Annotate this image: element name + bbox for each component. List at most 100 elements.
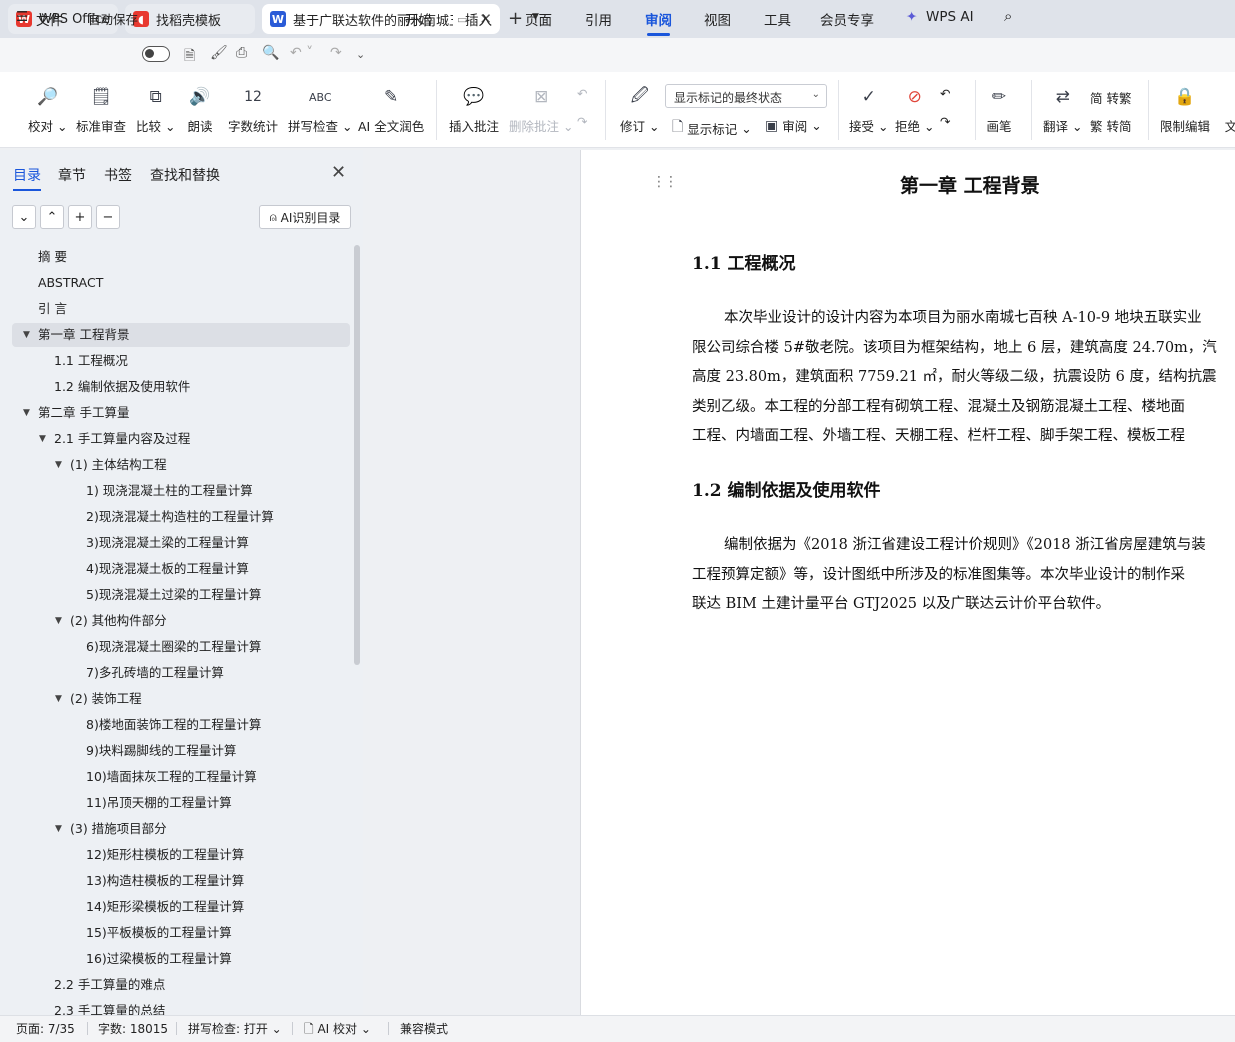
next-change-icon[interactable]: ↷: [940, 114, 950, 129]
expand-arrow-icon[interactable]: ▼: [39, 427, 46, 451]
toc-item[interactable]: 13)构造柱模板的工程量计算: [0, 869, 350, 893]
print-preview-icon[interactable]: 🔍: [262, 45, 279, 61]
word-count-status[interactable]: 字数: 18015: [98, 1020, 168, 1037]
toc-item[interactable]: 1.1 工程概况: [0, 349, 350, 373]
show-markup-button[interactable]: 🗋 显示标记 ⌄: [672, 116, 752, 140]
autosave-toggle[interactable]: [142, 46, 170, 62]
toc-item[interactable]: 摘 要: [0, 245, 350, 269]
review-pane-button[interactable]: ▣ 审阅 ⌄: [765, 116, 822, 135]
spell-check-button[interactable]: ABC 拼写检查 ⌄: [288, 84, 352, 135]
menu-home[interactable]: 开始: [405, 9, 432, 29]
proofread-button[interactable]: 🔎 校对 ⌄: [28, 84, 67, 135]
collapse-down-icon[interactable]: ⌄: [12, 205, 36, 229]
read-aloud-button[interactable]: 🔊 朗读: [187, 84, 213, 135]
new-tab-icon[interactable]: +: [508, 8, 523, 29]
toc-item[interactable]: ▼ 2.1 手工算量内容及过程: [0, 427, 350, 451]
expand-arrow-icon[interactable]: ▼: [55, 687, 62, 711]
toc-item[interactable]: 1.2 编制依据及使用软件: [0, 375, 350, 399]
menu-file[interactable]: 文件: [36, 9, 63, 29]
menu-wps-ai[interactable]: WPS AI: [926, 9, 974, 25]
toc-item[interactable]: 6)现浇混凝土圈梁的工程量计算: [0, 635, 350, 659]
tab-find-replace[interactable]: 查找和替换: [150, 165, 220, 185]
drag-handle-icon[interactable]: ⋮⋮: [652, 174, 678, 190]
to-simplified-button[interactable]: 繁 转简: [1090, 116, 1131, 135]
expand-arrow-icon[interactable]: ▼: [23, 323, 30, 347]
toc-item[interactable]: ▼ 第二章 手工算量: [0, 401, 350, 425]
menu-page[interactable]: 页面: [525, 9, 552, 29]
tab-toc[interactable]: 目录: [13, 165, 41, 191]
standard-review-button[interactable]: 🗒 标准审查: [76, 84, 126, 135]
ai-polish-button[interactable]: ✎ AI 全文润色: [358, 84, 424, 135]
reject-button[interactable]: ⊘ 拒绝 ⌄: [895, 84, 934, 135]
compare-button[interactable]: ⧉ 比较 ⌄: [136, 84, 175, 135]
toc-item[interactable]: ABSTRACT: [0, 271, 350, 295]
toc-item[interactable]: 2)现浇混凝土构造柱的工程量计算: [0, 505, 350, 529]
print-icon[interactable]: ⎙: [236, 45, 247, 61]
search-icon[interactable]: ⌕: [1004, 7, 1012, 25]
toc-item[interactable]: 2.3 手工算量的总结: [0, 999, 350, 1015]
toc-item[interactable]: 引 言: [0, 297, 350, 321]
redo-icon[interactable]: ↷: [330, 45, 342, 61]
toc-item[interactable]: 7)多孔砖墙的工程量计算: [0, 661, 350, 685]
ai-proof-status[interactable]: 🗋 AI 校对 ⌄: [304, 1020, 371, 1041]
toc-item[interactable]: 10)墙面抹灰工程的工程量计算: [0, 765, 350, 789]
expand-arrow-icon[interactable]: ▼: [55, 817, 62, 841]
ai-toc-button[interactable]: ⍝ AI识别目录: [259, 205, 351, 229]
close-icon[interactable]: ✕: [331, 162, 346, 183]
spell-check-status[interactable]: 拼写检查: 打开 ⌄: [188, 1020, 282, 1037]
collapse-up-icon[interactable]: ⌃: [40, 205, 64, 229]
toc-item[interactable]: ▼ 第一章 工程背景: [12, 323, 350, 347]
doc-compare-button[interactable]: 文: [1218, 84, 1235, 135]
prev-comment-icon[interactable]: ↶: [577, 86, 587, 101]
toc-item[interactable]: 14)矩形梁模板的工程量计算: [0, 895, 350, 919]
accept-button[interactable]: ✓ 接受 ⌄: [849, 84, 888, 135]
pen-button[interactable]: ✏ 画笔: [986, 84, 1012, 135]
page-indicator[interactable]: 页面: 7/35: [16, 1020, 75, 1037]
menu-review[interactable]: 审阅: [645, 9, 672, 36]
toc-item[interactable]: ▼ (2) 其他构件部分: [0, 609, 350, 633]
toc-item[interactable]: 8)楼地面装饰工程的工程量计算: [0, 713, 350, 737]
track-changes-button[interactable]: 🖉 修订 ⌄: [620, 84, 659, 135]
toc-item[interactable]: ▼ (2) 装饰工程: [0, 687, 350, 711]
toc-item[interactable]: 16)过梁模板的工程量计算: [0, 947, 350, 971]
menu-member[interactable]: 会员专享: [820, 9, 874, 29]
menu-references[interactable]: 引用: [585, 9, 612, 29]
toc-item[interactable]: ▼ (1) 主体结构工程: [0, 453, 350, 477]
markup-mode-select[interactable]: 显示标记的最终状态 ⌄: [665, 84, 827, 108]
toc-scrollbar[interactable]: [354, 245, 360, 665]
to-traditional-button[interactable]: 简 转繁: [1090, 88, 1131, 107]
word-count-button[interactable]: 12 字数统计: [228, 84, 278, 135]
insert-comment-button[interactable]: 💬 插入批注: [449, 84, 499, 135]
toc-item[interactable]: 12)矩形柱模板的工程量计算: [0, 843, 350, 867]
remove-heading-icon[interactable]: −: [96, 205, 120, 229]
toc-item[interactable]: ▼ (3) 措施项目部分: [0, 817, 350, 841]
expand-arrow-icon[interactable]: ▼: [23, 401, 30, 425]
toc-item[interactable]: 11)吊顶天棚的工程量计算: [0, 791, 350, 815]
undo-icon[interactable]: ↶ ˅: [290, 45, 313, 61]
toc-item[interactable]: 1) 现浇混凝土柱的工程量计算: [0, 479, 350, 503]
menu-insert[interactable]: 插入: [465, 9, 492, 29]
document-page[interactable]: [580, 150, 1235, 1015]
toc-item[interactable]: 2.2 手工算量的难点: [0, 973, 350, 997]
add-heading-icon[interactable]: +: [68, 205, 92, 229]
toc-item[interactable]: 15)平板模板的工程量计算: [0, 921, 350, 945]
toc-item[interactable]: 4)现浇混凝土板的工程量计算: [0, 557, 350, 581]
format-painter-icon[interactable]: 🖌: [210, 45, 228, 61]
save-icon[interactable]: 🗎: [184, 45, 195, 69]
more-chevron-icon[interactable]: ⌄: [356, 48, 365, 61]
menu-view[interactable]: 视图: [704, 9, 731, 29]
toc-item[interactable]: 9)块料踢脚线的工程量计算: [0, 739, 350, 763]
expand-arrow-icon[interactable]: ▼: [55, 453, 62, 477]
toc-item[interactable]: 3)现浇混凝土梁的工程量计算: [0, 531, 350, 555]
delete-comment-button[interactable]: ⊠ 删除批注 ⌄: [509, 84, 573, 135]
tab-sections[interactable]: 章节: [58, 165, 86, 185]
expand-arrow-icon[interactable]: ▼: [55, 609, 62, 633]
tab-template[interactable]: ◖ 找稻壳模板: [125, 4, 255, 34]
hamburger-icon[interactable]: ☰: [16, 9, 28, 25]
toc-item[interactable]: 5)现浇混凝土过梁的工程量计算: [0, 583, 350, 607]
prev-change-icon[interactable]: ↶: [940, 86, 950, 101]
restrict-edit-button[interactable]: 🔒 限制编辑: [1160, 84, 1210, 135]
next-comment-icon[interactable]: ↷: [577, 114, 587, 129]
tab-bookmarks[interactable]: 书签: [104, 165, 132, 185]
menu-tools[interactable]: 工具: [764, 9, 791, 29]
